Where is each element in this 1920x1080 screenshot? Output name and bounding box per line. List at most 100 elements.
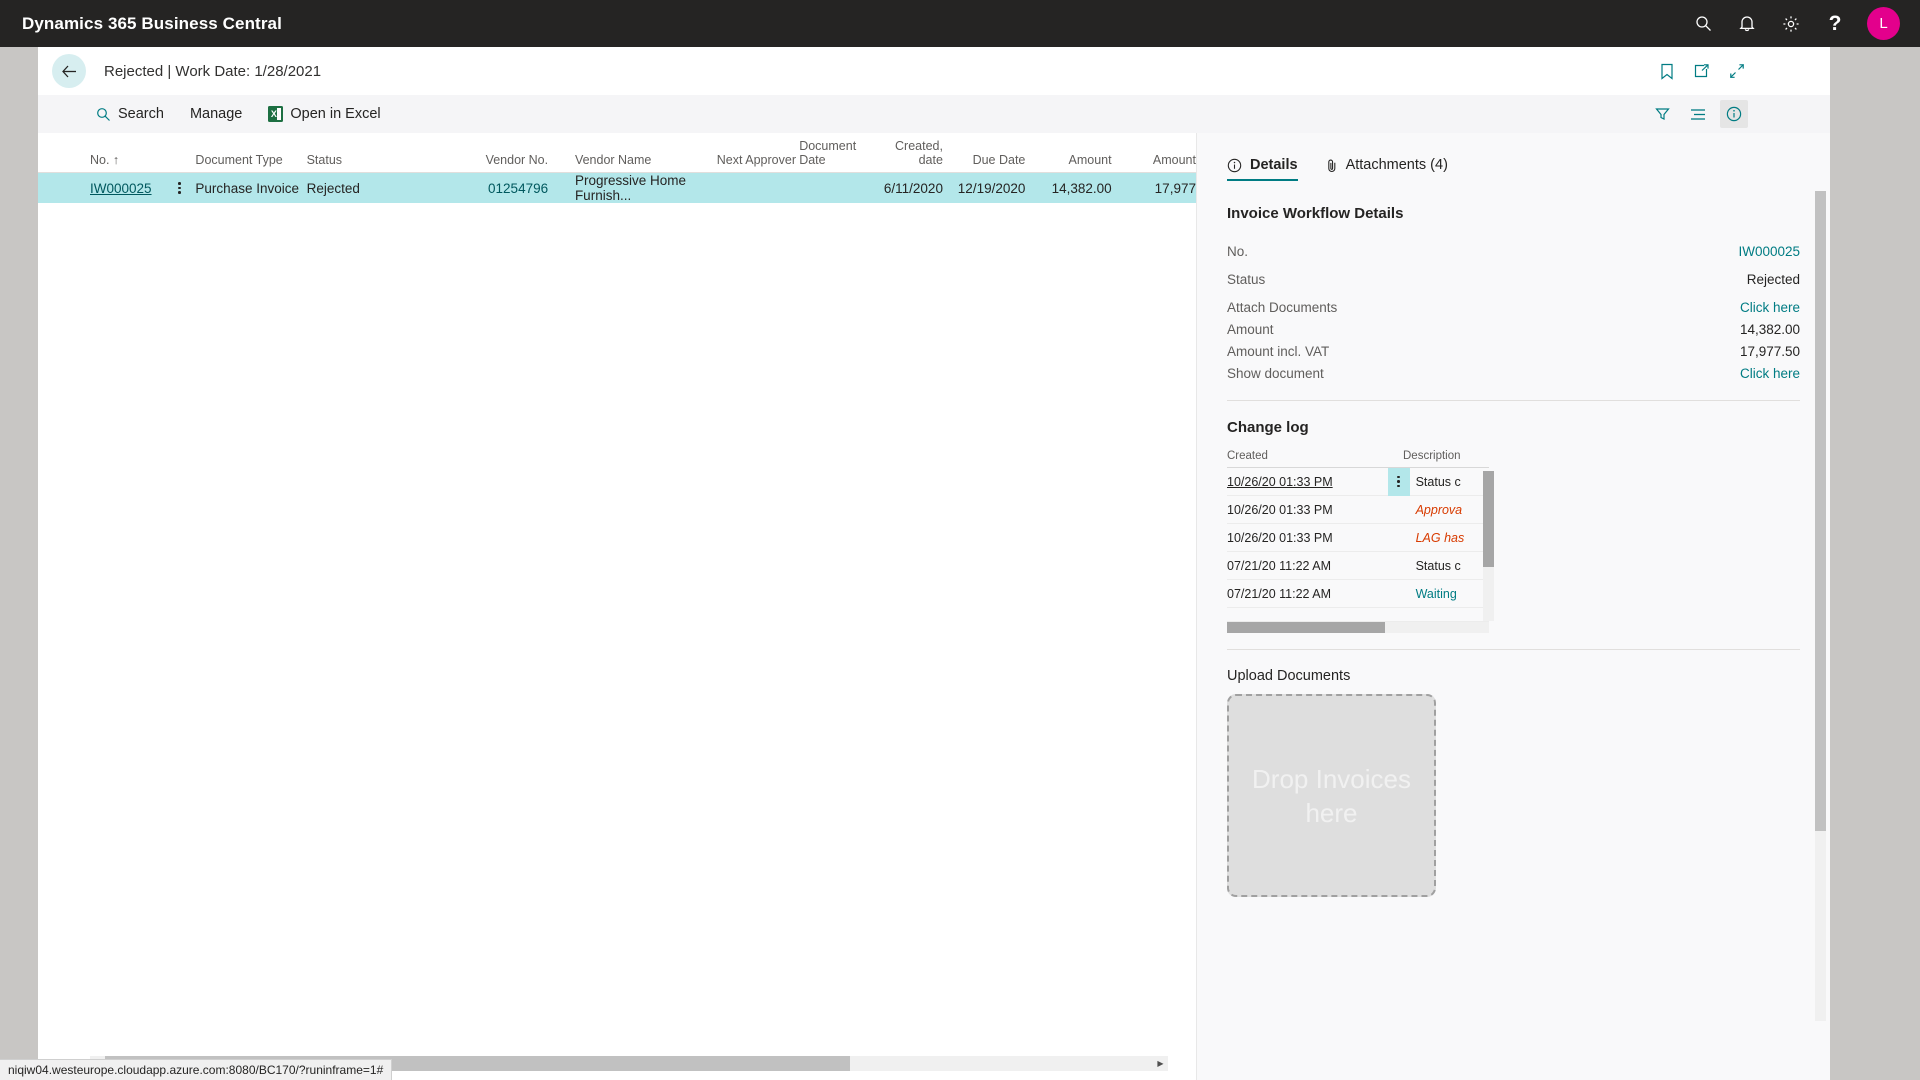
scroll-right-arrow-icon[interactable]: ▶	[1153, 1056, 1168, 1071]
excel-icon: X	[268, 106, 283, 122]
changelog-row[interactable]: 07/21/20 11:22 AM Status c	[1227, 552, 1489, 580]
search-button[interactable]: Search	[96, 106, 164, 122]
column-header-created-date[interactable]: Created, date	[874, 139, 943, 172]
excel-glyph: X	[271, 109, 277, 119]
changelog-column-created[interactable]: Created	[1227, 450, 1403, 462]
top-navigation-bar: Dynamics 365 Business Central ? L	[0, 0, 1920, 47]
manage-button-label: Manage	[190, 106, 242, 122]
search-icon[interactable]	[1681, 0, 1725, 47]
open-in-new-window-icon[interactable]	[1693, 63, 1710, 79]
status-bar: niqiw04.westeurope.cloudapp.azure.com:80…	[0, 1059, 392, 1080]
list-icon[interactable]	[1684, 100, 1712, 128]
field-value-attach-documents[interactable]: Click here	[1740, 300, 1800, 315]
field-row-attach-documents: Attach Documents Click here	[1227, 296, 1800, 318]
field-value-no[interactable]: IW000025	[1738, 244, 1800, 259]
changelog-row-menu-icon[interactable]	[1388, 580, 1410, 608]
field-value-status: Rejected	[1747, 272, 1800, 287]
changelog-row[interactable]: 07/21/20 11:22 AM Waiting	[1227, 580, 1489, 608]
open-in-excel-button[interactable]: X Open in Excel	[268, 106, 380, 122]
tab-details[interactable]: Details	[1227, 157, 1298, 181]
changelog-row[interactable]: 10/26/20 01:33 PM LAG has	[1227, 524, 1489, 552]
changelog-horizontal-scrollbar[interactable]	[1227, 622, 1489, 633]
search-button-label: Search	[118, 106, 164, 122]
upload-documents-title: Upload Documents	[1227, 668, 1800, 684]
grid-header-row: No. ↑ Document Type Status Vendor No. Ve…	[38, 133, 1196, 173]
row-menu-button[interactable]	[172, 182, 195, 194]
divider	[1227, 400, 1800, 401]
table-row[interactable]: IW000025 Purchase Invoice Rejected 01254…	[38, 173, 1196, 203]
factbox-tabs: Details Attachments (4)	[1197, 133, 1830, 185]
command-bar: Search Manage X Open in Excel	[38, 95, 1830, 133]
changelog-horizontal-thumb[interactable]	[1227, 622, 1385, 633]
gear-icon[interactable]	[1769, 0, 1813, 47]
divider-2	[1227, 649, 1800, 650]
more-options-icon[interactable]	[172, 182, 186, 194]
column-header-spacer	[172, 167, 195, 172]
cell-vendor-no: 01254796	[468, 181, 549, 196]
cell-status: Rejected	[307, 181, 468, 196]
changelog-row[interactable]: 10/26/20 01:33 PM Approva	[1227, 496, 1489, 524]
tab-attachments[interactable]: Attachments (4)	[1326, 157, 1448, 181]
field-label-show-document: Show document	[1227, 366, 1324, 381]
right-gutter	[1830, 47, 1920, 1080]
changelog-description: Status c	[1410, 559, 1489, 573]
column-header-status[interactable]: Status	[307, 153, 468, 172]
invoice-no-link[interactable]: IW000025	[90, 181, 152, 196]
changelog-table: Created Description 10/26/20 01:33 PM St…	[1227, 450, 1489, 633]
collapse-icon[interactable]	[1729, 63, 1745, 79]
column-header-next-approver[interactable]: Next Approver	[717, 153, 799, 172]
changelog-vertical-scrollbar[interactable]	[1483, 471, 1494, 621]
factbox-body: Invoice Workflow Details No. IW000025 St…	[1197, 185, 1830, 1065]
column-header-amount-incl-vat[interactable]: Amount	[1112, 153, 1196, 172]
column-header-no[interactable]: No. ↑	[90, 153, 172, 172]
changelog-row-menu-icon[interactable]	[1388, 552, 1410, 580]
changelog-row-menu-icon[interactable]	[1388, 524, 1410, 552]
page-title: Rejected | Work Date: 1/28/2021	[104, 63, 321, 80]
changelog-vertical-thumb[interactable]	[1483, 471, 1494, 567]
field-label-amount: Amount	[1227, 322, 1274, 337]
info-icon[interactable]	[1720, 100, 1748, 128]
field-value-show-document[interactable]: Click here	[1740, 366, 1800, 381]
column-header-document-type[interactable]: Document Type	[195, 153, 306, 172]
grid-gap	[548, 167, 575, 172]
factbox-scrollbar-thumb[interactable]	[1815, 191, 1826, 831]
changelog-description: LAG has	[1410, 531, 1489, 545]
column-header-vendor-no[interactable]: Vendor No.	[468, 153, 549, 172]
details-factbox: Details Attachments (4) Invoice Workflow…	[1196, 133, 1830, 1080]
field-row-amount-incl-vat: Amount incl. VAT 17,977.50	[1227, 340, 1800, 362]
cell-amount: 14,382.00	[1025, 181, 1111, 196]
invoice-grid: No. ↑ Document Type Status Vendor No. Ve…	[38, 133, 1196, 1080]
column-header-due-date[interactable]: Due Date	[943, 153, 1025, 172]
column-header-amount[interactable]: Amount	[1025, 153, 1111, 172]
page-header: Rejected | Work Date: 1/28/2021	[38, 47, 1830, 95]
avatar[interactable]: L	[1867, 7, 1900, 40]
changelog-row[interactable]: 10/26/20 01:33 PM Status c	[1227, 468, 1489, 496]
field-row-show-document: Show document Click here	[1227, 362, 1800, 384]
manage-button[interactable]: Manage	[190, 106, 242, 122]
changelog-row-partial[interactable]	[1227, 608, 1489, 622]
field-label-status: Status	[1227, 272, 1265, 287]
column-header-document-date[interactable]: Document Date	[799, 139, 874, 172]
changelog-created: 10/26/20 01:33 PM	[1227, 475, 1388, 489]
changelog-title: Change log	[1227, 419, 1800, 436]
field-row-amount: Amount 14,382.00	[1227, 318, 1800, 340]
bell-icon[interactable]	[1725, 0, 1769, 47]
field-row-status: Status Rejected	[1227, 268, 1800, 290]
changelog-row-menu-icon[interactable]	[1388, 496, 1410, 524]
topbar-actions: ? L	[1681, 0, 1920, 47]
column-header-vendor-name[interactable]: Vendor Name	[575, 153, 717, 172]
factbox-scrollbar[interactable]	[1815, 191, 1826, 1021]
field-label-attach-documents: Attach Documents	[1227, 300, 1337, 315]
cell-amount-incl-vat: 17,977	[1112, 181, 1196, 196]
bookmark-icon[interactable]	[1660, 63, 1674, 80]
changelog-row-menu-icon[interactable]	[1388, 468, 1410, 496]
tab-attachments-label: Attachments (4)	[1346, 157, 1448, 173]
back-button[interactable]	[52, 54, 86, 88]
help-icon[interactable]: ?	[1813, 0, 1857, 47]
filter-icon[interactable]	[1648, 100, 1676, 128]
dropzone[interactable]: Drop Invoices here	[1227, 694, 1436, 897]
changelog-created: 07/21/20 11:22 AM	[1227, 587, 1388, 601]
cell-no: IW000025	[90, 181, 172, 196]
changelog-column-description[interactable]: Description	[1403, 450, 1489, 462]
app-brand-title: Dynamics 365 Business Central	[22, 14, 282, 34]
